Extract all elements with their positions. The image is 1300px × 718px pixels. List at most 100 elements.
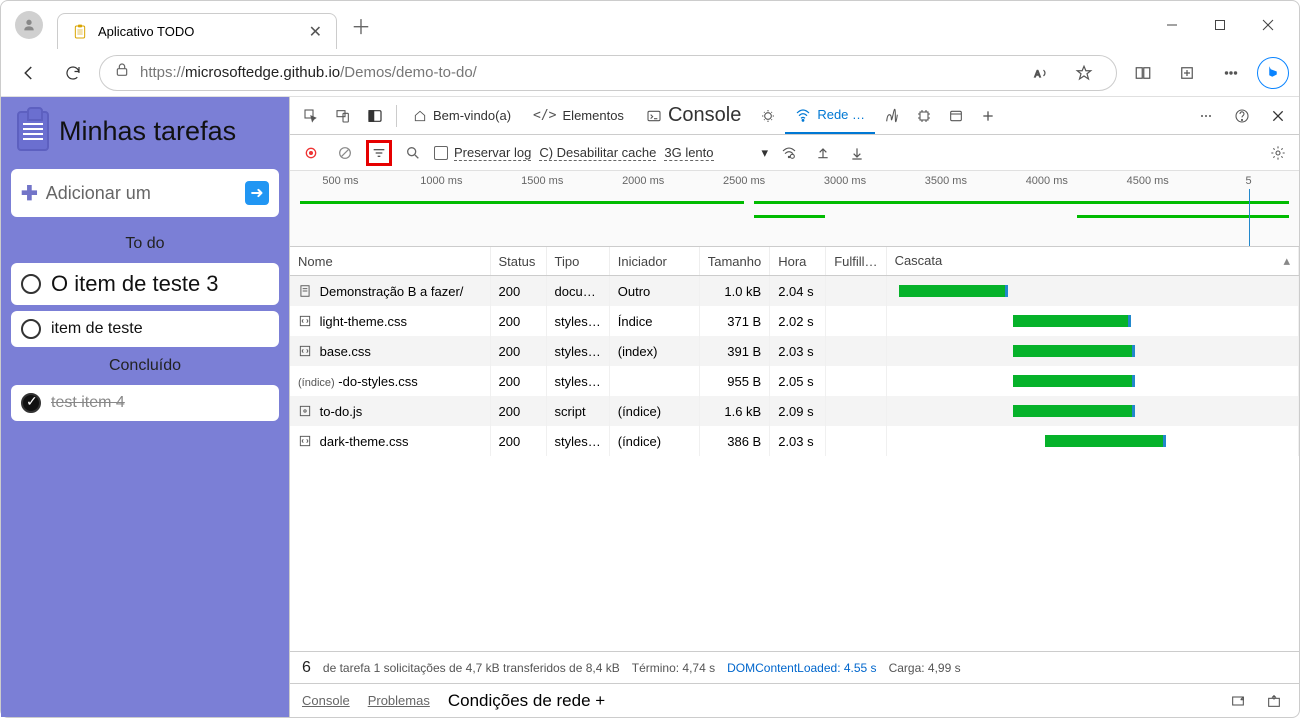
- application-icon[interactable]: [941, 101, 971, 131]
- bing-chat-button[interactable]: [1257, 57, 1289, 89]
- tab-title: Aplicativo TODO: [98, 24, 299, 39]
- devtools-close-icon[interactable]: [1263, 101, 1293, 131]
- dock-side-button[interactable]: [360, 101, 390, 131]
- window-maximize-button[interactable]: [1197, 9, 1243, 41]
- drawer-tab-problems[interactable]: Problemas: [368, 693, 430, 708]
- sources-icon[interactable]: [753, 101, 783, 131]
- network-request-row[interactable]: (índice) -do-styles.css200styles…955 B2.…: [290, 366, 1299, 396]
- c-status: 200: [490, 396, 546, 426]
- address-bar[interactable]: https://microsoftedge.github.io/Demos/de…: [99, 55, 1117, 91]
- cell-type: styles…: [546, 306, 609, 336]
- split-screen-button[interactable]: [1125, 55, 1161, 91]
- back-button[interactable]: [11, 55, 47, 91]
- network-request-row[interactable]: base.css200styles…(index)391 B2.03 s: [290, 336, 1299, 366]
- drawer-tab-netcond[interactable]: Condições de rede +: [448, 691, 605, 711]
- cell-name: to-do.js: [290, 396, 490, 426]
- device-emulation-button[interactable]: [328, 101, 358, 131]
- task-resource-task-checkbox[interactable]: [21, 274, 41, 294]
- preserve-log-checkbox[interactable]: Preservar log: [434, 145, 531, 161]
- cell-size: 371 B: [699, 306, 769, 336]
- throttle-dropdown[interactable]: 3G lento: [664, 145, 713, 161]
- network-request-row[interactable]: light-theme.css200styles…Índice371 B2.02…: [290, 306, 1299, 336]
- favorite-button[interactable]: [1066, 55, 1102, 91]
- site-lock-icon[interactable]: [114, 62, 130, 83]
- inspect-element-button[interactable]: [296, 101, 326, 131]
- browser-tab[interactable]: Aplicativo TODO ✕: [57, 13, 337, 49]
- network-settings-icon[interactable]: [1265, 140, 1291, 166]
- tab-console[interactable]: Console: [636, 97, 751, 134]
- network-request-table[interactable]: Nome Status Tipo Iniciador Tamanho Hora …: [290, 247, 1299, 651]
- cell-waterfall: [886, 366, 1298, 396]
- network-request-row[interactable]: dark-theme.css200styles…(índice)386 B2.0…: [290, 426, 1299, 456]
- network-request-row[interactable]: to-do.js200script(índice)1.6 kB2.09 s: [290, 396, 1299, 426]
- network-conditions-icon[interactable]: [776, 140, 802, 166]
- task-checkbox-done[interactable]: [21, 393, 41, 413]
- window-close-button[interactable]: [1245, 9, 1291, 41]
- more-tabs-button[interactable]: [973, 101, 1003, 131]
- task-text: O item de teste 3: [51, 271, 219, 297]
- cell-initiator: (índice): [609, 426, 699, 456]
- col-initiator[interactable]: Iniciador: [609, 247, 699, 276]
- status-dcl: DOMContentLoaded: 4.55 s: [727, 661, 876, 675]
- task-item-done[interactable]: test item 4: [11, 385, 279, 421]
- col-waterfall[interactable]: Cascata ▴: [886, 247, 1298, 276]
- task-item[interactable]: item de teste: [11, 311, 279, 347]
- status-load: Carga: 4,99 s: [889, 661, 961, 675]
- search-button[interactable]: [400, 140, 426, 166]
- devtools-panel: Bem-vindo(a) </> Elementos Console Rede …: [289, 97, 1299, 717]
- task-resource-task-checkbox[interactable]: [21, 319, 41, 339]
- col-time[interactable]: Hora: [770, 247, 826, 276]
- tab-welcome[interactable]: Bem-vindo(a): [403, 97, 521, 134]
- read-aloud-button[interactable]: A: [1024, 55, 1060, 91]
- cell-waterfall: [886, 306, 1298, 336]
- cell-name: (índice) -do-styles.css: [290, 366, 490, 396]
- refresh-button[interactable]: [55, 55, 91, 91]
- throttle-caret-icon[interactable]: ▾: [762, 145, 769, 161]
- profile-avatar[interactable]: [15, 11, 43, 39]
- drawer-close-icon[interactable]: [1261, 688, 1287, 714]
- cell-time: 2.04 s: [770, 276, 826, 307]
- cell-size: 391 B: [699, 336, 769, 366]
- more-button[interactable]: [1213, 55, 1249, 91]
- download-har-icon[interactable]: [844, 140, 870, 166]
- tab-elements[interactable]: </> Elementos: [523, 97, 634, 134]
- submit-task-button[interactable]: ➜: [245, 181, 269, 205]
- upload-har-icon[interactable]: [810, 140, 836, 166]
- cell-size: 955 B: [699, 366, 769, 396]
- col-fulfill[interactable]: Fulfill…: [826, 247, 886, 276]
- devtools-more-icon[interactable]: [1191, 101, 1221, 131]
- col-status[interactable]: Status: [490, 247, 546, 276]
- cell-name: Demonstração B a fazer/: [290, 276, 490, 307]
- col-name[interactable]: Nome: [290, 247, 490, 276]
- add-task-input[interactable]: ✚ Adicionar um ➜: [11, 169, 279, 217]
- devtools-help-icon[interactable]: [1227, 101, 1257, 131]
- tab-close-icon[interactable]: ✕: [309, 22, 322, 42]
- drawer-expand-icon[interactable]: [1225, 688, 1251, 714]
- clear-button[interactable]: [332, 140, 358, 166]
- performance-icon[interactable]: [877, 101, 907, 131]
- network-timeline[interactable]: 500 ms1000 ms1500 ms2000 ms2500 ms3000 m…: [290, 171, 1299, 247]
- cell-waterfall: [886, 276, 1298, 307]
- network-request-row[interactable]: Demonstração B a fazer/200docu…Outro1.0 …: [290, 276, 1299, 307]
- memory-icon[interactable]: [909, 101, 939, 131]
- cell-size: 386 B: [699, 426, 769, 456]
- new-tab-button[interactable]: ＋: [351, 11, 371, 40]
- cell-time: 2.03 s: [770, 336, 826, 366]
- collections-button[interactable]: [1169, 55, 1205, 91]
- cell-size: 1.6 kB: [699, 396, 769, 426]
- cell-fulfill: [826, 396, 886, 426]
- tab-network[interactable]: Rede …: [785, 97, 875, 134]
- disable-cache-label[interactable]: C) Desabilitar cache: [539, 145, 656, 161]
- todo-header: Minhas tarefas: [11, 111, 279, 151]
- cell-initiator: (index): [609, 336, 699, 366]
- cell-fulfill: [826, 336, 886, 366]
- status-summary: de tarefa 1 solicitações de 4,7 kB trans…: [323, 661, 620, 675]
- filter-button-highlighted[interactable]: [366, 140, 392, 166]
- devtools-tabbar: Bem-vindo(a) </> Elementos Console Rede …: [290, 97, 1299, 135]
- record-button[interactable]: [298, 140, 324, 166]
- window-minimize-button[interactable]: [1149, 9, 1195, 41]
- drawer-tab-console[interactable]: Console: [302, 693, 350, 708]
- task-item[interactable]: O item de teste 3: [11, 263, 279, 305]
- col-type[interactable]: Tipo: [546, 247, 609, 276]
- col-size[interactable]: Tamanho: [699, 247, 769, 276]
